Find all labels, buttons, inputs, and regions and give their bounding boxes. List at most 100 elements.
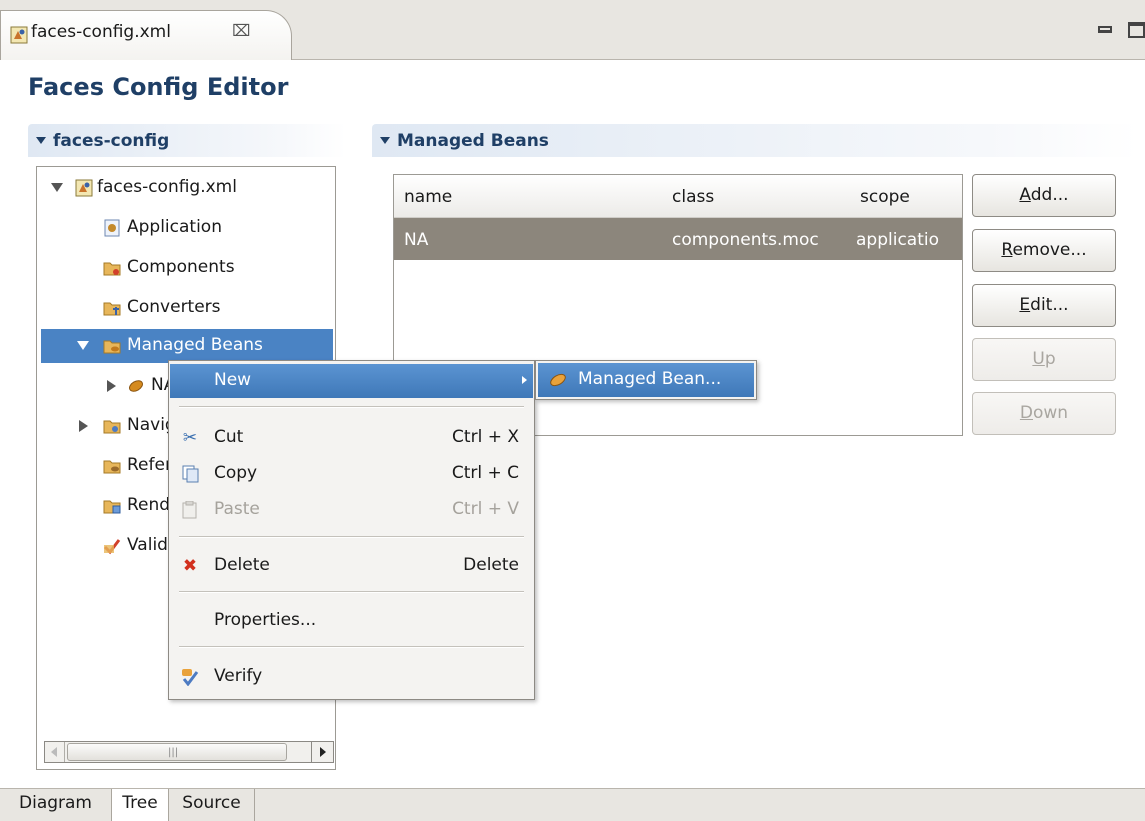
menu-item-label: Managed Bean... <box>578 369 722 389</box>
menu-separator <box>179 591 524 593</box>
tree-item-faces-config[interactable]: faces-config.xml <box>41 171 331 205</box>
faces-config-file-icon <box>10 26 28 44</box>
collapsed-twisty-icon[interactable] <box>107 380 116 392</box>
scroll-right-icon[interactable] <box>311 742 333 762</box>
section-title: faces-config <box>53 131 170 151</box>
up-button[interactable]: Up <box>972 338 1116 381</box>
collapsed-twisty-icon[interactable] <box>79 420 88 432</box>
faces-config-section-header[interactable]: faces-config <box>28 124 346 157</box>
bean-icon <box>129 380 143 392</box>
tree-item-label: Converters <box>127 297 221 317</box>
expanded-twisty-icon[interactable] <box>51 183 63 192</box>
submenu-arrow-icon <box>522 376 527 384</box>
tree-item-converters[interactable]: Converters <box>41 291 331 325</box>
down-button-rest: own <box>1033 403 1069 423</box>
menu-item-label: Copy <box>214 463 258 483</box>
mnemonic: R <box>1001 240 1013 260</box>
page-title: Faces Config Editor <box>28 73 289 101</box>
add-button-rest: dd... <box>1030 185 1069 205</box>
scissors-icon: ✂ <box>182 428 198 448</box>
mnemonic: A <box>1019 185 1031 205</box>
menu-item-cut[interactable]: ✂ Cut Ctrl + X <box>170 421 533 455</box>
edit-button-rest: dit... <box>1030 295 1069 315</box>
tree-item-label: Managed Beans <box>127 335 263 355</box>
converters-folder-icon <box>103 302 121 316</box>
application-icon <box>104 219 120 237</box>
tab-diagram[interactable]: Diagram <box>0 789 112 821</box>
cell-name: NA <box>404 230 429 250</box>
tab-tree[interactable]: Tree <box>112 789 169 821</box>
scrollbar-thumb[interactable]: ||| <box>67 743 287 761</box>
render-kits-folder-icon <box>103 500 121 514</box>
tree-item-label: Application <box>127 217 222 237</box>
tree-item-label: Components <box>127 257 235 277</box>
menu-item-label: New <box>214 370 252 390</box>
menu-separator <box>179 646 524 648</box>
bean-icon <box>550 373 566 387</box>
menu-item-shortcut: Ctrl + C <box>451 463 519 483</box>
managed-beans-section-header[interactable]: Managed Beans <box>372 124 1138 157</box>
expanded-twisty-icon[interactable] <box>77 341 89 350</box>
collapse-icon[interactable] <box>36 137 46 144</box>
menu-separator <box>179 536 524 538</box>
column-header-label: name <box>404 187 453 207</box>
mnemonic: E <box>1019 295 1031 315</box>
faces-config-file-icon <box>75 179 93 197</box>
menu-item-label: Paste <box>214 499 260 519</box>
tree-item-components[interactable]: Components <box>41 251 331 285</box>
section-title: Managed Beans <box>397 131 549 151</box>
remove-button[interactable]: Remove... <box>972 229 1116 272</box>
menu-item-new[interactable]: New <box>170 364 533 398</box>
collapse-icon[interactable] <box>380 137 390 144</box>
edit-button[interactable]: Edit... <box>972 284 1116 327</box>
scroll-left-icon[interactable] <box>45 742 65 762</box>
copy-icon <box>182 465 199 483</box>
menu-item-delete[interactable]: ✖ Delete Delete <box>170 549 533 583</box>
new-submenu: Managed Bean... <box>535 360 757 400</box>
components-folder-icon <box>103 262 121 276</box>
tab-source[interactable]: Source <box>169 789 255 821</box>
cell-class: components.moc <box>672 230 819 250</box>
verify-icon <box>182 669 199 686</box>
menu-item-label: Verify <box>214 666 263 686</box>
menu-item-copy[interactable]: Copy Ctrl + C <box>170 457 533 491</box>
navigation-folder-icon <box>103 420 121 434</box>
menu-item-label: Cut <box>214 427 244 447</box>
column-header-scope[interactable]: scope <box>850 175 962 218</box>
tree-horizontal-scrollbar[interactable]: ||| <box>44 741 334 763</box>
grip-icon: ||| <box>168 747 179 758</box>
table-row[interactable]: NA components.moc applicatio <box>394 218 962 260</box>
tree-item-managed-beans[interactable]: Managed Beans <box>41 329 333 363</box>
remove-button-rest: emove... <box>1012 240 1087 260</box>
down-button[interactable]: Down <box>972 392 1116 435</box>
menu-item-properties[interactable]: Properties... <box>170 604 533 638</box>
editor-page-tabs: Diagram Tree Source <box>0 788 1145 821</box>
column-header-class[interactable]: class <box>662 175 851 218</box>
tree-item-application[interactable]: Application <box>41 211 331 245</box>
delete-icon: ✖ <box>182 556 198 576</box>
cell-scope: applicatio <box>856 230 939 250</box>
mnemonic: D <box>1019 403 1033 423</box>
column-header-name[interactable]: name <box>394 175 663 218</box>
minimize-icon[interactable] <box>1098 26 1112 33</box>
menu-item-shortcut: Delete <box>463 555 519 575</box>
menu-item-verify[interactable]: Verify <box>170 660 533 694</box>
add-button[interactable]: Add... <box>972 174 1116 217</box>
context-menu: New ✂ Cut Ctrl + X Copy Ctrl + C Paste C… <box>168 360 535 700</box>
column-header-label: scope <box>860 187 910 207</box>
editor-tab-label: faces-config.xml <box>31 22 171 42</box>
close-icon[interactable]: ⌧ <box>232 21 250 40</box>
menu-item-managed-bean[interactable]: Managed Bean... <box>538 363 754 397</box>
menu-item-label: Delete <box>214 555 270 575</box>
menu-item-paste[interactable]: Paste Ctrl + V <box>170 493 533 527</box>
tree-item-label: faces-config.xml <box>97 177 237 197</box>
paste-icon <box>182 501 197 519</box>
up-button-rest: p <box>1044 349 1056 369</box>
maximize-icon[interactable] <box>1128 22 1145 38</box>
menu-item-shortcut: Ctrl + V <box>452 499 519 519</box>
mnemonic: U <box>1032 349 1045 369</box>
managed-beans-folder-icon <box>103 340 121 354</box>
menu-item-label: Properties... <box>214 610 317 630</box>
menu-separator <box>179 406 524 408</box>
referenced-beans-folder-icon <box>103 460 121 474</box>
